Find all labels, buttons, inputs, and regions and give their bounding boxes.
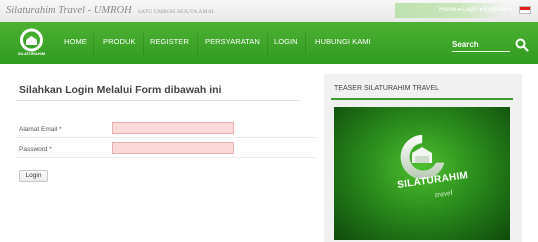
nav-divider [305,32,306,54]
password-row: Password * [16,141,316,161]
top-link-register[interactable]: Register ▸ [483,5,512,13]
row-divider [16,157,316,158]
nav-register[interactable]: REGISTER [150,37,189,46]
sidebar-title: TEASER SILATURAHIM TRAVEL [334,85,440,92]
top-links: Home ▸ Login ▸ Register ▸ [395,3,512,18]
password-label: Password * [19,146,52,153]
search-icon[interactable] [515,38,529,52]
top-bar: Silaturahim Travel - UMROH satu umroh sej… [0,0,538,22]
email-label: Alamat Email * [19,126,62,133]
site-brand: Silaturahim Travel - UMROH satu umroh sej… [6,5,215,16]
nav-divider [93,32,94,54]
teaser-image[interactable]: SILATURAHIM travel [334,107,510,240]
email-field[interactable] [112,122,234,134]
row-divider [16,137,316,138]
site-tagline: satu umroh sejuta amal [137,9,216,15]
nav-divider [267,32,268,54]
top-link-login[interactable]: Login ▸ [462,5,483,13]
nav-produk[interactable]: PRODUK [103,37,136,46]
nav-divider [197,32,198,54]
site-brand-name: Silaturahim Travel - UMROH [6,5,132,16]
password-field[interactable] [112,142,234,154]
sidebar-title-underline [331,98,513,100]
site-logo-icon[interactable]: SILATURAHIM [17,27,46,58]
login-button[interactable]: Login [19,170,48,182]
login-panel-title: Silahkan Login Melalui Form dibawah ini [19,84,222,96]
email-row: Alamat Email * [16,121,316,141]
nav-persyaratan[interactable]: PERSYARATAN [205,37,260,46]
nav-login[interactable]: LOGIN [274,37,298,46]
top-link-home[interactable]: Home ▸ [439,5,461,13]
title-divider [16,100,300,101]
nav-divider [143,32,144,54]
indonesia-flag-icon[interactable] [519,6,531,14]
nav-hubungi-kami[interactable]: HUBUNGI KAMI [315,37,371,46]
logo-text: SILATURAHIM [18,51,46,56]
search-input[interactable] [452,36,510,53]
teaser-sub-text: travel [434,187,454,200]
search-box [452,34,510,53]
nav-home[interactable]: HOME [64,37,87,46]
main-nav: SILATURAHIM HOME PRODUK REGISTER PERSYAR… [0,22,538,64]
